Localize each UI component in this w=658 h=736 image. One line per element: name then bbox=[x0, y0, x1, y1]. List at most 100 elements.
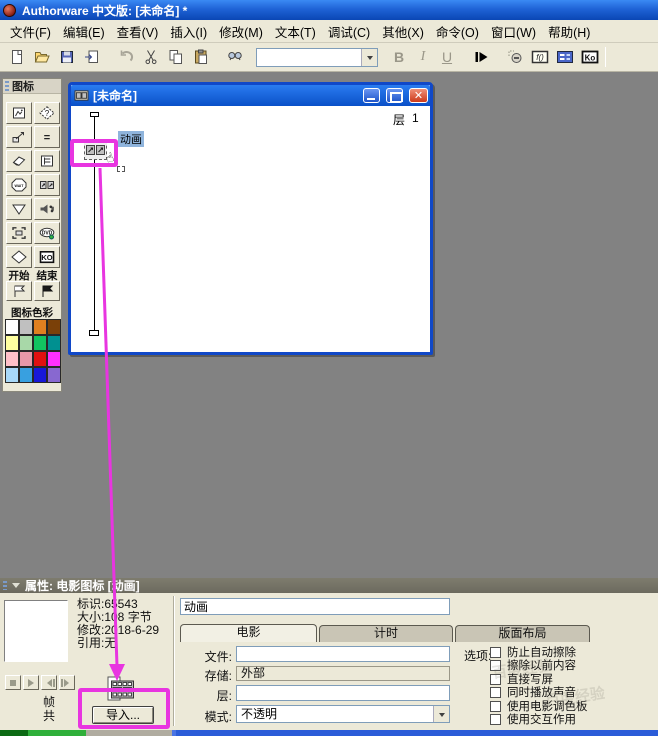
collapse-icon[interactable] bbox=[12, 583, 20, 592]
color-swatch[interactable] bbox=[47, 335, 61, 351]
calculation-icon[interactable]: = bbox=[34, 126, 60, 148]
underline-button[interactable]: U bbox=[435, 49, 459, 65]
save-file-icon[interactable] bbox=[54, 46, 79, 69]
control-panel-icon[interactable] bbox=[502, 46, 527, 69]
display-icon[interactable] bbox=[6, 102, 32, 124]
tab-layout[interactable]: 版面布局 bbox=[455, 625, 590, 642]
framework-icon[interactable] bbox=[6, 222, 32, 244]
bold-button[interactable]: B bbox=[387, 49, 411, 65]
italic-button[interactable]: I bbox=[411, 49, 435, 65]
total-label: 共 bbox=[43, 709, 56, 723]
checkbox-use-interaction[interactable]: 使用交互作用 bbox=[490, 713, 576, 726]
find-icon[interactable] bbox=[222, 46, 247, 69]
color-swatch[interactable] bbox=[19, 335, 33, 351]
color-swatch[interactable] bbox=[5, 335, 19, 351]
color-swatch[interactable] bbox=[5, 319, 19, 335]
movie-icon-on-flowline[interactable] bbox=[84, 140, 107, 160]
icon-name-input[interactable] bbox=[180, 598, 450, 615]
menu-window[interactable]: 窗口(W) bbox=[485, 20, 542, 43]
mode-dropdown[interactable]: 不透明 bbox=[236, 705, 450, 723]
color-swatch[interactable] bbox=[33, 351, 47, 367]
checkbox-icon[interactable] bbox=[490, 673, 501, 685]
stop-button[interactable] bbox=[5, 675, 21, 690]
checkbox-erase-previous[interactable]: 擦除以前内容 bbox=[490, 659, 576, 672]
variables-icon[interactable] bbox=[552, 46, 577, 69]
color-swatch[interactable] bbox=[19, 351, 33, 367]
import-icon[interactable] bbox=[79, 46, 104, 69]
design-window-titlebar[interactable]: [未命名] ✕ bbox=[71, 85, 430, 106]
minimize-button[interactable] bbox=[363, 88, 380, 103]
navigate-icon[interactable] bbox=[6, 198, 32, 220]
movie-icon-title[interactable]: 动画 bbox=[118, 131, 144, 147]
checkbox-icon[interactable] bbox=[490, 659, 501, 671]
color-swatch[interactable] bbox=[19, 319, 33, 335]
flowline-end-marker[interactable] bbox=[89, 330, 99, 336]
open-file-icon[interactable] bbox=[29, 46, 54, 69]
color-swatch[interactable] bbox=[19, 367, 33, 383]
tab-movie[interactable]: 电影 bbox=[180, 624, 317, 642]
tab-timing[interactable]: 计时 bbox=[319, 625, 453, 642]
checkbox-icon[interactable] bbox=[490, 646, 501, 658]
end-flag-icon[interactable] bbox=[34, 281, 60, 301]
functions-icon[interactable]: f() bbox=[527, 46, 552, 69]
menu-insert[interactable]: 插入(I) bbox=[164, 20, 213, 43]
digital-movie-icon[interactable] bbox=[34, 174, 60, 196]
icon-palette-header[interactable]: 图标 bbox=[3, 79, 61, 94]
color-swatch[interactable] bbox=[33, 335, 47, 351]
film-strip-icon bbox=[107, 676, 134, 701]
text-style-combobox[interactable] bbox=[256, 47, 378, 67]
knowledge-object-icon[interactable]: KO bbox=[34, 246, 60, 268]
checkbox-icon[interactable] bbox=[490, 713, 501, 725]
menu-view[interactable]: 查看(V) bbox=[111, 20, 165, 43]
menu-other[interactable]: 其他(X) bbox=[376, 20, 430, 43]
text-style-input[interactable] bbox=[257, 48, 361, 66]
menu-help[interactable]: 帮助(H) bbox=[542, 20, 596, 43]
file-input[interactable] bbox=[236, 646, 450, 662]
play-button[interactable] bbox=[23, 675, 39, 690]
motion-icon[interactable] bbox=[6, 126, 32, 148]
checkbox-icon[interactable] bbox=[490, 686, 501, 698]
maximize-button[interactable] bbox=[386, 88, 403, 103]
color-swatch[interactable] bbox=[47, 367, 61, 383]
menu-file[interactable]: 文件(F) bbox=[4, 20, 57, 43]
sound-icon[interactable] bbox=[34, 198, 60, 220]
color-swatch[interactable] bbox=[47, 351, 61, 367]
decision-icon[interactable] bbox=[6, 246, 32, 268]
mode-dropdown-button[interactable] bbox=[433, 706, 449, 722]
map-icon[interactable] bbox=[34, 150, 60, 172]
checkbox-play-sound[interactable]: 同时播放声音 bbox=[490, 686, 576, 699]
close-button[interactable]: ✕ bbox=[409, 88, 428, 103]
paste-icon[interactable] bbox=[188, 46, 213, 69]
flowline-start-marker[interactable] bbox=[90, 112, 99, 117]
combobox-dropdown-button[interactable] bbox=[361, 48, 377, 66]
menu-debug[interactable]: 调试(C) bbox=[322, 20, 376, 43]
run-icon[interactable] bbox=[468, 46, 493, 69]
flowline-area[interactable]: 层 1 动画 ☝ bbox=[71, 106, 430, 352]
layer-input[interactable] bbox=[236, 685, 450, 701]
menu-edit[interactable]: 编辑(E) bbox=[57, 20, 111, 43]
color-swatch[interactable] bbox=[5, 367, 19, 383]
step-back-button[interactable] bbox=[41, 675, 57, 690]
app-titlebar[interactable]: Authorware 中文版: [未命名] * bbox=[0, 0, 658, 20]
interaction-icon[interactable]: ? bbox=[34, 102, 60, 124]
erase-icon[interactable] bbox=[6, 150, 32, 172]
knowledge-objects-icon[interactable]: Ko bbox=[577, 46, 602, 69]
step-forward-button[interactable] bbox=[59, 675, 75, 690]
start-flag-icon[interactable] bbox=[6, 281, 32, 301]
color-swatch[interactable] bbox=[47, 319, 61, 335]
menu-text[interactable]: 文本(T) bbox=[269, 20, 322, 43]
cut-icon[interactable] bbox=[138, 46, 163, 69]
color-swatch[interactable] bbox=[33, 319, 47, 335]
dvd-icon[interactable]: DVD bbox=[34, 222, 60, 244]
wait-icon[interactable]: WAIT bbox=[6, 174, 32, 196]
properties-header[interactable]: 属性: 电影图标 [动画] bbox=[0, 578, 658, 593]
menu-commands[interactable]: 命令(O) bbox=[430, 20, 485, 43]
color-swatch[interactable] bbox=[33, 367, 47, 383]
copy-icon[interactable] bbox=[163, 46, 188, 69]
new-file-icon[interactable] bbox=[4, 46, 29, 69]
menu-modify[interactable]: 修改(M) bbox=[213, 20, 269, 43]
color-swatch[interactable] bbox=[5, 351, 19, 367]
import-button[interactable]: 导入... bbox=[92, 706, 154, 724]
checkbox-icon[interactable] bbox=[490, 700, 501, 712]
undo-icon[interactable] bbox=[113, 46, 138, 69]
